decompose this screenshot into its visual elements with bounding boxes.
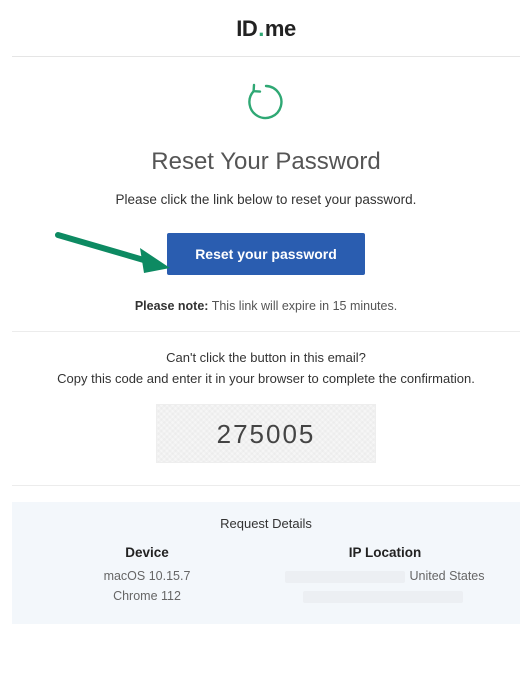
device-browser: Chrome 112: [28, 586, 266, 606]
note-label: Please note:: [135, 299, 209, 313]
note-text: This link will expire in 15 minutes.: [208, 299, 397, 313]
ip-label: IP Location: [266, 545, 504, 560]
device-label: Device: [28, 545, 266, 560]
expiry-note: Please note: This link will expire in 15…: [12, 299, 520, 313]
main-section: Reset Your Password Please click the lin…: [12, 57, 520, 332]
logo-bar: ID.me: [12, 0, 520, 57]
pointer-arrow-icon: [54, 223, 174, 279]
instruction-text: Please click the link below to reset you…: [12, 192, 520, 207]
confirmation-code: 275005: [156, 404, 376, 463]
logo-text-me: me: [265, 16, 296, 42]
redacted-ip: [285, 571, 405, 583]
device-column: Device macOS 10.15.7 Chrome 112: [28, 545, 266, 606]
brand-logo: ID.me: [236, 16, 295, 42]
fallback-instruction: Copy this code and enter it in your brow…: [18, 371, 514, 386]
ip-value: United States: [266, 566, 504, 586]
request-details-panel: Request Details Device macOS 10.15.7 Chr…: [12, 502, 520, 624]
logo-dot: .: [258, 16, 264, 42]
redacted-location: [303, 591, 463, 603]
reset-password-button[interactable]: Reset your password: [167, 233, 365, 275]
page-title: Reset Your Password: [12, 148, 520, 176]
fallback-section: Can't click the button in this email? Co…: [12, 332, 520, 486]
refresh-icon: [243, 79, 289, 125]
cta-row: Reset your password: [12, 233, 520, 275]
ip-column: IP Location United States: [266, 545, 504, 606]
details-title: Request Details: [28, 516, 504, 531]
device-os: macOS 10.15.7: [28, 566, 266, 586]
logo-text-id: ID: [236, 16, 257, 42]
fallback-question: Can't click the button in this email?: [18, 350, 514, 365]
ip-value-2: [266, 586, 504, 606]
ip-country: United States: [409, 569, 484, 583]
